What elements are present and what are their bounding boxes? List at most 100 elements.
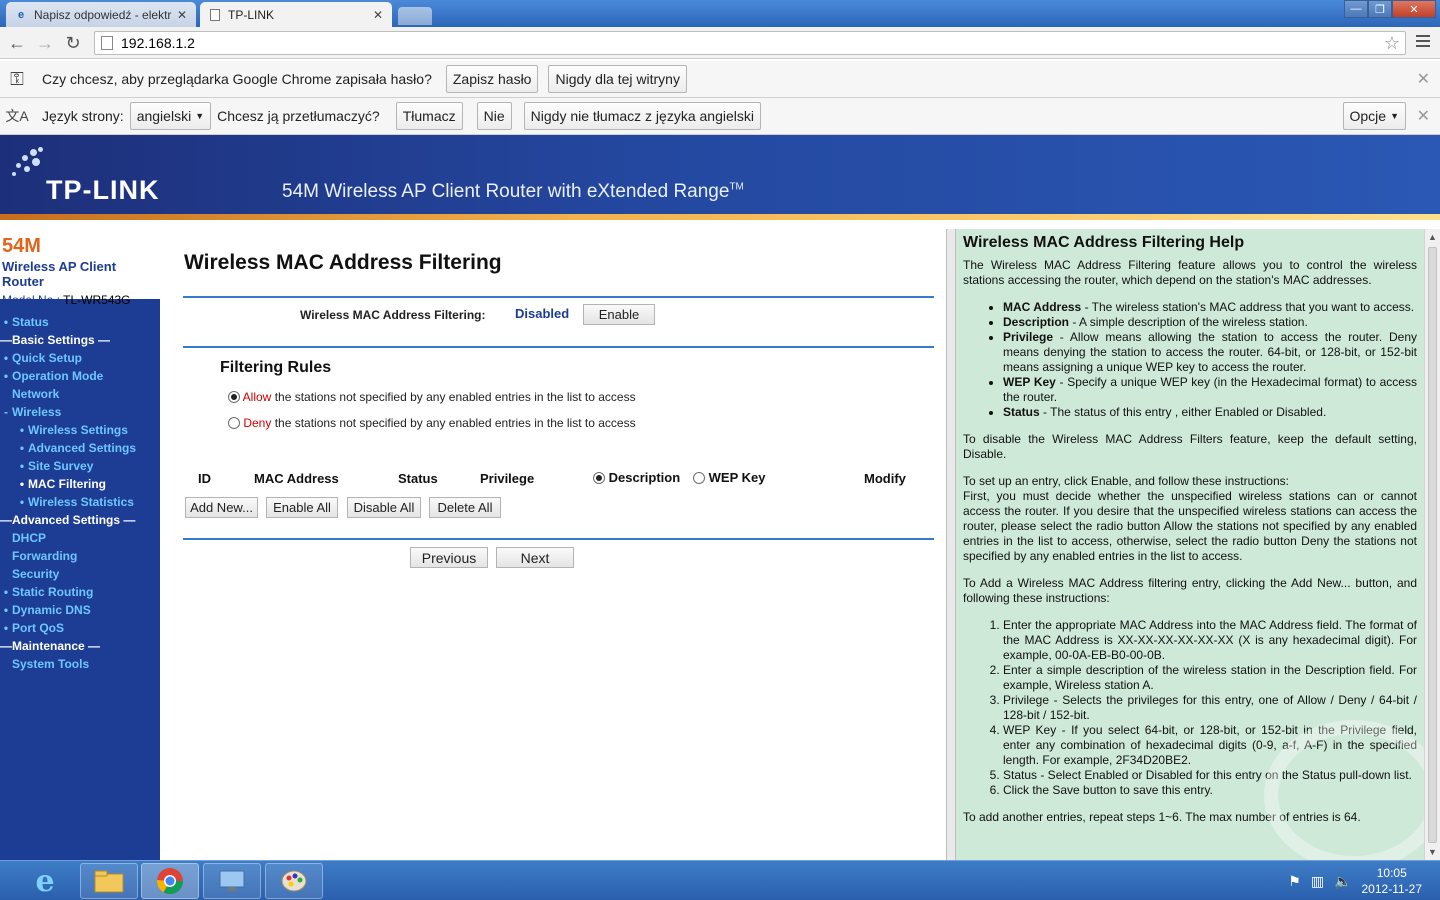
tab-email[interactable]: e Napisz odpowiedź - elektr ✕ — [6, 2, 196, 27]
delete-all-button[interactable]: Delete All — [429, 497, 501, 518]
bullet-icon: — — [0, 333, 12, 347]
help-setup-note: To set up an entry, click Enable, and fo… — [963, 474, 1417, 563]
sidebar-item[interactable]: • Status — [0, 313, 160, 331]
star-icon[interactable]: ☆ — [1379, 33, 1405, 54]
sidebar-item-suffix: — — [94, 333, 111, 347]
disable-all-button[interactable]: Disable All — [347, 497, 421, 518]
close-icon[interactable]: ✕ — [1417, 106, 1430, 126]
sidebar-item[interactable]: • Static Routing — [0, 583, 160, 601]
bullet-icon: • — [3, 603, 9, 617]
clock[interactable]: 10:05 2012-11-27 — [1362, 865, 1423, 897]
help-disable-note: To disable the Wireless MAC Address Filt… — [963, 432, 1417, 461]
flag-icon[interactable]: ⚑ — [1288, 873, 1301, 890]
frame-divider[interactable] — [946, 229, 956, 860]
bullet-icon: - — [4, 405, 8, 419]
monitor-icon — [219, 870, 245, 891]
scroll-up-icon[interactable]: ▲ — [1425, 229, 1440, 245]
logo-dots-icon — [12, 145, 52, 179]
scroll-down-icon[interactable]: ▼ — [1425, 844, 1440, 860]
add-new-button[interactable]: Add New... — [185, 497, 258, 518]
sidebar-item-label: System Tools — [12, 657, 90, 671]
options-button[interactable]: Opcje ▼ — [1342, 102, 1406, 130]
sidebar-item[interactable]: - Wireless — [0, 403, 160, 421]
paint-taskbar-button[interactable] — [265, 863, 323, 899]
explorer-taskbar-button[interactable] — [80, 863, 138, 899]
translate-button[interactable]: Tłumacz — [395, 102, 463, 130]
system-tray: ⚑ ▥ 🔈 10:05 2012-11-27 — [1288, 865, 1422, 897]
reload-button[interactable]: ↻ — [62, 33, 84, 53]
sidebar-item[interactable]: • Quick Setup — [0, 349, 160, 367]
ie-icon: e — [17, 8, 25, 21]
sidebar-item-label: Site Survey — [28, 459, 94, 473]
back-button[interactable]: ← — [6, 33, 28, 53]
sidebar-item[interactable]: • MAC Filtering — [0, 475, 160, 493]
new-tab-button[interactable] — [398, 7, 432, 25]
close-icon[interactable]: ✕ — [1417, 69, 1430, 89]
sidebar-item[interactable]: Forwarding — [0, 547, 160, 565]
rule-deny[interactable]: Deny the stations not specified by any e… — [228, 416, 636, 430]
help-step-item: Enter a simple description of the wirele… — [1003, 663, 1417, 693]
previous-button[interactable]: Previous — [410, 547, 488, 568]
close-icon[interactable]: ✕ — [176, 8, 188, 22]
sidebar-item-label: MAC Filtering — [28, 477, 106, 491]
sidebar-item[interactable]: DHCP — [0, 529, 160, 547]
bullet-icon: • — [3, 585, 9, 599]
divider-line — [183, 296, 934, 298]
tab-label: TP-LINK — [228, 7, 275, 22]
sidebar-item[interactable]: • Site Survey — [0, 457, 160, 475]
next-button[interactable]: Next — [496, 547, 574, 568]
rule-allow[interactable]: Allow the stations not specified by any … — [228, 390, 636, 404]
network-app-taskbar-button[interactable] — [203, 863, 261, 899]
help-scrollbar[interactable]: ▲ ▼ — [1424, 229, 1440, 860]
palette-icon — [281, 870, 307, 892]
sidebar-item[interactable]: Security — [0, 565, 160, 583]
sidebar-item-label: Wireless Settings — [28, 423, 128, 437]
forward-button[interactable]: → — [34, 33, 56, 53]
minimize-button[interactable]: — — [1344, 0, 1368, 18]
sidebar-item[interactable]: • Advanced Settings — [0, 439, 160, 457]
column-wep[interactable]: WEP Key — [693, 470, 765, 485]
column-status: Status — [398, 471, 438, 486]
bullet-icon: • — [3, 621, 9, 635]
description-radio[interactable] — [593, 472, 605, 484]
no-translate-button[interactable]: Nie — [476, 102, 512, 130]
network-icon[interactable]: ▥ — [1311, 873, 1324, 890]
address-bar[interactable]: 192.168.1.2 ☆ — [94, 31, 1406, 55]
never-save-button[interactable]: Nigdy dla tej witryny — [548, 65, 687, 93]
sidebar-item[interactable]: • Wireless Statistics — [0, 493, 160, 511]
allow-radio[interactable] — [228, 391, 240, 403]
sidebar-item[interactable]: • Operation Mode — [0, 367, 160, 385]
sidebar-item[interactable]: Network — [0, 385, 160, 403]
sidebar-item[interactable]: System Tools — [0, 655, 160, 673]
enable-button[interactable]: Enable — [583, 304, 655, 325]
maximize-button[interactable]: ❐ — [1368, 0, 1392, 18]
menu-icon[interactable] — [1416, 35, 1430, 49]
close-icon[interactable]: ✕ — [372, 8, 384, 22]
sidebar-item[interactable]: • Port QoS — [0, 619, 160, 637]
volume-icon[interactable]: 🔈 — [1334, 873, 1351, 890]
never-translate-button[interactable]: Nigdy nie tłumacz z języka angielski — [523, 102, 761, 130]
language-select[interactable]: angielski ▼ — [129, 102, 212, 130]
help-field-term: Privilege — [1003, 330, 1054, 344]
ie-taskbar-button[interactable]: e — [16, 863, 74, 899]
column-description[interactable]: Description — [593, 470, 680, 485]
save-password-button[interactable]: Zapisz hasło — [445, 65, 539, 93]
scrollbar-thumb[interactable] — [1428, 247, 1437, 843]
options-label: Opcje — [1349, 108, 1387, 124]
sidebar-item[interactable]: • Wireless Settings — [0, 421, 160, 439]
sidebar-item[interactable]: • Dynamic DNS — [0, 601, 160, 619]
help-field-item: MAC Address - The wireless station's MAC… — [1003, 300, 1417, 315]
wep-radio[interactable] — [693, 472, 705, 484]
translate-question: Chcesz ją przetłumaczyć? — [217, 108, 380, 124]
sidebar-item-label: Status — [12, 315, 49, 329]
router-header: TP-LINK 54M Wireless AP Client Router wi… — [0, 135, 1440, 220]
enable-all-button[interactable]: Enable All — [266, 497, 338, 518]
tab-tplink[interactable]: TP-LINK ✕ — [200, 2, 392, 27]
sidebar-item-label: Port QoS — [12, 621, 65, 635]
window-close-button[interactable]: ✕ — [1392, 0, 1436, 18]
chrome-taskbar-button[interactable] — [141, 863, 199, 899]
help-field-text: - The status of this entry , either Enab… — [1039, 405, 1327, 419]
sidebar-item-label: Maintenance — [12, 639, 85, 653]
deny-radio[interactable] — [228, 417, 240, 429]
sidebar-item-label: Advanced Settings — [12, 513, 121, 527]
